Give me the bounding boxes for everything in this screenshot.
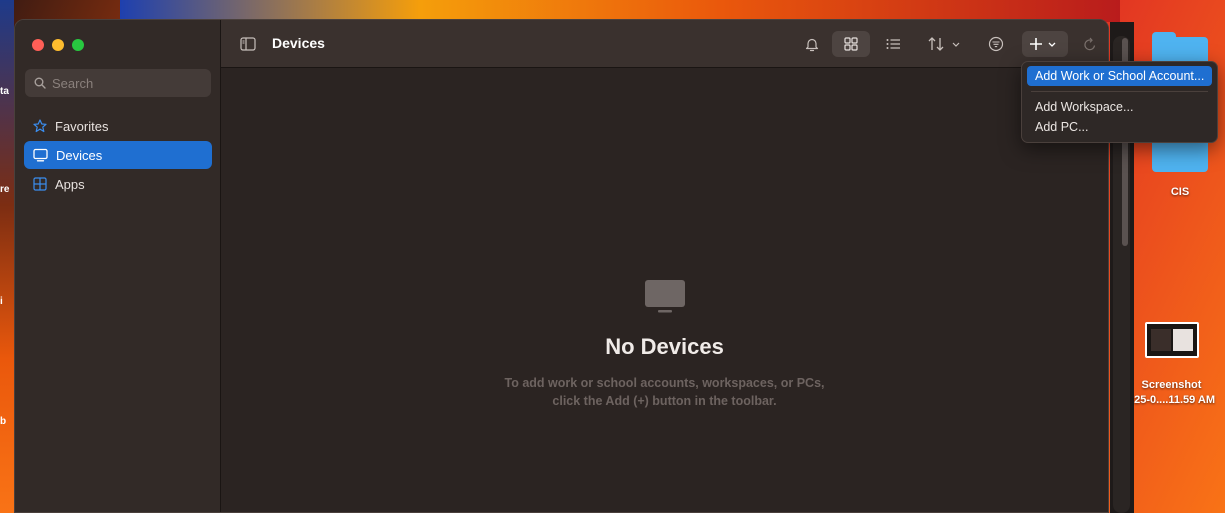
menu-separator	[1031, 91, 1208, 92]
desktop-item-label: CIS	[1170, 186, 1190, 198]
search-field[interactable]	[25, 69, 211, 97]
wallpaper-left-edge	[0, 0, 14, 513]
minimize-window-button[interactable]	[52, 39, 64, 51]
empty-state-title: No Devices	[605, 334, 724, 359]
display-icon	[33, 148, 48, 162]
grid-view-button[interactable]	[840, 33, 862, 55]
refresh-icon	[1084, 37, 1096, 50]
display-icon	[644, 280, 685, 313]
desktop-label-fragment: ta	[0, 86, 9, 97]
sidebar-toggle-icon	[240, 37, 256, 51]
sidebar-item-label: Apps	[55, 176, 85, 192]
sort-button[interactable]	[926, 33, 966, 55]
page-title: Devices	[272, 35, 325, 51]
filter-button[interactable]	[985, 33, 1007, 55]
menu-item-add-workspace[interactable]: Add Workspace...	[1027, 97, 1212, 117]
empty-state: No Devices To add work or school account…	[221, 278, 1108, 410]
search-icon	[34, 77, 46, 89]
empty-state-description: To add work or school accounts, workspac…	[221, 374, 1108, 410]
desktop-label-fragment: i	[0, 296, 3, 307]
add-icon	[1030, 38, 1056, 50]
search-input[interactable]	[52, 75, 202, 91]
chevron-down-icon	[1048, 42, 1056, 47]
sidebar-nav: Favorites Devices Apps	[24, 112, 212, 199]
sidebar-item-apps[interactable]: Apps	[24, 170, 212, 198]
sidebar-item-favorites[interactable]: Favorites	[24, 112, 212, 140]
desktop-label-fragment: b	[0, 416, 7, 427]
refresh-button[interactable]	[1079, 33, 1101, 55]
sort-icon	[928, 37, 960, 51]
zoom-window-button[interactable]	[72, 39, 84, 51]
desktop-item-label: Screenshot	[1141, 379, 1202, 391]
add-button[interactable]	[1026, 33, 1064, 55]
filter-icon	[988, 36, 1004, 52]
desktop-label-fragment: re	[0, 184, 10, 195]
empty-state-line: click the Add (+) button in the toolbar.	[552, 394, 777, 408]
main-content: Devices No Devices To add work or school…	[221, 20, 1108, 512]
notifications-button[interactable]	[801, 33, 823, 55]
desktop-screenshot-file[interactable]: Screenshot 025-0....11.59 AM	[1118, 322, 1225, 408]
add-menu: Add Work or School Account... Add Worksp…	[1021, 61, 1218, 143]
bell-icon	[805, 38, 819, 51]
sidebar-item-label: Devices	[56, 147, 103, 163]
window-controls	[32, 39, 84, 51]
sidebar-item-label: Favorites	[55, 118, 109, 134]
sidebar-item-devices[interactable]: Devices	[24, 141, 212, 169]
chevron-down-icon	[952, 42, 960, 47]
toolbar: Devices	[221, 20, 1108, 68]
list-view-icon	[886, 39, 900, 49]
sidebar: Favorites Devices Apps	[15, 20, 221, 512]
apps-grid-icon	[33, 177, 47, 191]
menu-item-add-work-account[interactable]: Add Work or School Account...	[1027, 66, 1212, 86]
menu-item-add-pc[interactable]: Add PC...	[1027, 117, 1212, 137]
image-thumbnail-icon	[1144, 322, 1199, 358]
grid-view-icon	[844, 37, 858, 51]
empty-state-line: To add work or school accounts, workspac…	[504, 376, 825, 390]
close-window-button[interactable]	[32, 39, 44, 51]
app-window: Favorites Devices Apps	[14, 19, 1109, 513]
sidebar-toggle-button[interactable]	[237, 33, 259, 55]
desktop-item-label-secondary: 025-0....11.59 AM	[1127, 394, 1216, 406]
star-icon	[33, 119, 47, 133]
list-view-button[interactable]	[882, 33, 904, 55]
